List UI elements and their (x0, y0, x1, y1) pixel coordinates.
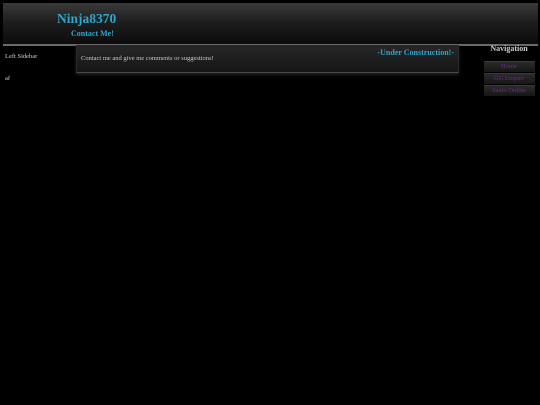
page-title: Contact Me! (71, 29, 114, 38)
navigation-title: Navigation (490, 44, 528, 53)
main-content: -Under Construction!- Contact me and giv… (76, 45, 459, 73)
content-text: Contact me and give me comments or sugge… (81, 55, 214, 62)
site-title[interactable]: Ninja8370 (57, 11, 116, 27)
nav-item-saido-online[interactable]: Saido Online (483, 85, 535, 96)
nav-item-home[interactable]: Home (483, 61, 535, 72)
construction-status: -Under Construction!- (377, 48, 454, 57)
left-sidebar-title: Left Sidebar (5, 53, 38, 60)
navigation-sidebar: Navigation Home GG Empire Saido Online (480, 43, 538, 97)
site-header: Ninja8370 Contact Me! (3, 3, 538, 46)
nav-item-gg-empire[interactable]: GG Empire (483, 73, 535, 84)
left-sidebar-text: af (5, 75, 11, 82)
